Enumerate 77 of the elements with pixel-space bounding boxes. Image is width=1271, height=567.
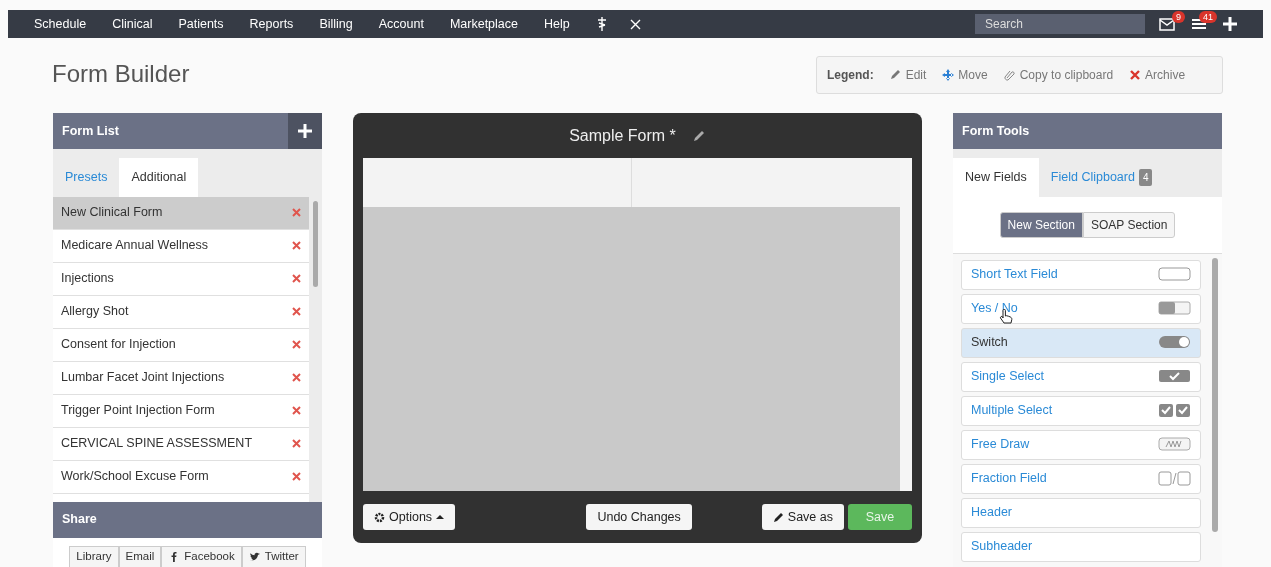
nav-link[interactable]: Account [378,14,424,34]
pencil-icon [889,68,902,81]
panel-title: Form List [62,122,119,140]
tab[interactable]: Additional [119,158,199,197]
medical-icon[interactable] [595,16,608,32]
panel-title: Share [62,511,97,529]
undo-changes-button[interactable]: Undo Changes [586,504,692,530]
delete-icon[interactable] [292,208,301,218]
field-type-item[interactable]: Yes / No [961,293,1201,324]
tab[interactable]: Field Clipboard 4 [1038,158,1165,197]
switch-icon [1158,335,1191,351]
field-type-item[interactable]: Free Draw [961,429,1201,460]
share-button[interactable]: Facebook [161,545,242,567]
share-button[interactable]: Library [69,545,119,567]
delete-icon[interactable] [292,472,301,482]
legend-item: Copy to clipboard [1003,65,1114,84]
section-toggle[interactable]: New Section [999,211,1083,238]
form-title: Sample Form * [569,125,676,146]
tab[interactable]: New Fields [953,158,1039,197]
field-type-item[interactable]: Subheader [961,531,1201,562]
add-form-button[interactable] [288,113,322,149]
nav-link[interactable]: Clinical [112,14,153,34]
nav-link[interactable]: Help [544,14,570,34]
scribble-icon [1158,437,1191,453]
legend-item: Move [942,65,988,84]
move-icon [942,68,955,81]
options-button[interactable]: Options [363,504,456,530]
pencil-icon[interactable] [691,128,706,143]
field-type-item[interactable]: Fraction Field [961,463,1201,494]
nav-link[interactable]: Reports [249,14,294,34]
field-type-item[interactable]: Multiple Select [961,395,1201,426]
checkboxes-icon [1158,403,1191,419]
field-type-item[interactable]: Short Text Field [961,259,1201,290]
field-type-item[interactable]: Header [961,497,1201,528]
notification-badge: 41 [1199,11,1217,23]
search-field[interactable]: Search [975,14,1145,34]
legend-label: Legend: [827,66,874,84]
notification-badge: 9 [1172,11,1185,23]
save-as-button[interactable]: Save as [761,504,844,530]
caret-icon [436,514,445,520]
delete-icon[interactable] [292,406,301,416]
cross-icon [1129,68,1142,81]
mail-icon[interactable] [1159,17,1175,31]
delete-icon[interactable] [292,340,301,350]
field-type-item[interactable]: Switch [961,327,1201,358]
fraction-icon [1158,471,1191,487]
delete-icon[interactable] [292,274,301,284]
scrollbar-thumb[interactable] [1212,257,1218,532]
share-button[interactable]: Email [118,545,162,567]
field-type-item[interactable]: Single Select [961,361,1201,392]
plus-icon[interactable] [1223,17,1237,31]
checkmark-icon [1158,369,1191,385]
panel-title: Form Tools [962,122,1030,140]
close-icon[interactable] [629,18,641,30]
delete-icon[interactable] [292,373,301,383]
paperclip-icon [1003,68,1016,81]
section-toggle[interactable]: SOAP Section [1082,211,1176,238]
nav-link[interactable]: Marketplace [449,14,518,34]
count-badge: 4 [1138,168,1153,186]
legend-item: Archive [1129,65,1186,84]
form-list-item[interactable]: New Clinical Form [53,196,309,230]
nav-link[interactable]: Billing [319,14,353,34]
delete-icon[interactable] [292,307,301,317]
scrollbar-thumb[interactable] [313,200,318,287]
text-box-icon [1158,267,1191,283]
nav-link[interactable]: Schedule [34,14,87,34]
bird-icon [248,550,261,563]
legend-item: Edit [889,65,927,84]
plus-icon [297,123,313,139]
page-title: Form Builder [52,60,190,89]
delete-icon[interactable] [292,439,301,449]
pencil-icon [772,511,784,523]
gear-icon [374,511,385,523]
delete-icon[interactable] [292,241,301,251]
yes-no-toggle-icon [1158,301,1191,317]
share-button[interactable]: Twitter [241,545,306,567]
nav-link[interactable]: Patients [178,14,224,34]
